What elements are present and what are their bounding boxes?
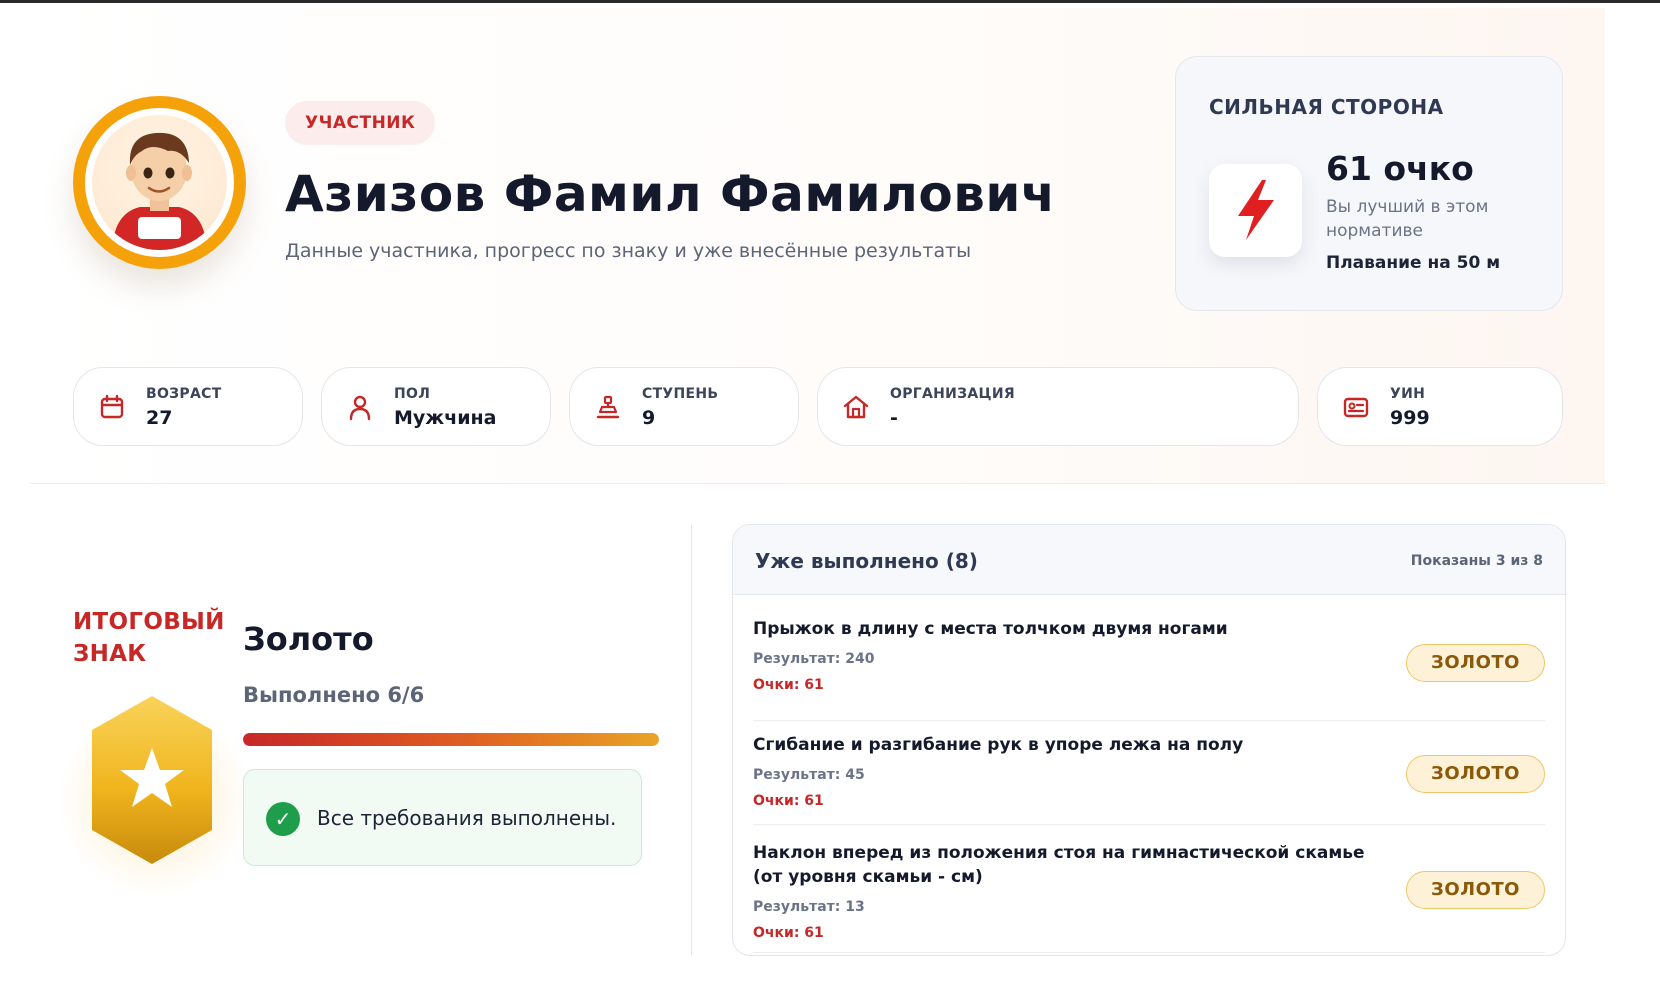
info-stage-value: 9 xyxy=(642,407,656,429)
requirements-status: ✓ Все требования выполнены. xyxy=(243,769,642,866)
info-age: ВОЗРАСТ 27 xyxy=(73,367,303,446)
award-name: Золото xyxy=(243,620,374,658)
avatar-person-icon xyxy=(112,132,207,250)
list-item: Прыжок в длину с места толчком двумя ног… xyxy=(753,617,1545,721)
completed-title: Уже выполнено (8) xyxy=(755,549,978,573)
award-progress-text: Выполнено 6/6 xyxy=(243,683,425,707)
check-icon: ✓ xyxy=(266,802,300,836)
completed-shown-count: Показаны 3 из 8 xyxy=(1410,553,1543,569)
lightning-icon xyxy=(1238,180,1274,240)
page-title: Азизов Фамил Фамилович xyxy=(285,165,1056,223)
info-organization-value: - xyxy=(890,407,898,429)
id-card-icon xyxy=(1343,397,1369,418)
info-gender-label: ПОЛ xyxy=(394,386,431,402)
strength-event: Плавание на 50 м xyxy=(1326,253,1501,273)
column-divider xyxy=(691,525,692,955)
role-badge: УЧАСТНИК xyxy=(285,101,436,145)
list-item-name: Прыжок в длину с места толчком двумя ног… xyxy=(753,619,1228,639)
requirements-text: Все требования выполнены. xyxy=(317,806,617,830)
info-uin-label: УИН xyxy=(1390,386,1426,402)
list-item-badge: ЗОЛОТО xyxy=(1406,644,1545,682)
info-age-value: 27 xyxy=(146,407,173,429)
calendar-icon xyxy=(100,394,124,419)
info-uin-value: 999 xyxy=(1390,407,1430,429)
list-item: Сгибание и разгибание рук в упоре лежа н… xyxy=(753,721,1545,825)
info-uin: УИН 999 xyxy=(1317,367,1563,446)
info-organization-label: ОРГАНИЗАЦИЯ xyxy=(890,386,1015,402)
info-gender-value: Мужчина xyxy=(394,407,497,429)
info-stage: СТУПЕНЬ 9 xyxy=(569,367,799,446)
strength-description: Вы лучший в этом нормативе xyxy=(1326,197,1489,241)
completed-header: Уже выполнено (8) Показаны 3 из 8 xyxy=(733,525,1565,595)
award-progress-fill xyxy=(243,733,659,746)
gold-medal-icon xyxy=(92,696,212,864)
list-item-result: Результат: 240 xyxy=(753,651,875,667)
completed-card: Уже выполнено (8) Показаны 3 из 8 Прыжок… xyxy=(732,524,1566,956)
info-gender: ПОЛ Мужчина xyxy=(321,367,551,446)
list-item-result: Результат: 13 xyxy=(753,899,865,915)
list-item-name: Наклон вперед из положения стоя на гимна… xyxy=(753,843,1365,887)
info-stage-label: СТУПЕНЬ xyxy=(642,386,719,402)
avatar xyxy=(73,96,246,269)
strength-card: СИЛЬНАЯ СТОРОНА 61 очко Вы лучший в этом… xyxy=(1175,56,1563,311)
info-age-label: ВОЗРАСТ xyxy=(146,386,222,402)
award-progress-bar xyxy=(243,733,659,746)
list-item-name: Сгибание и разгибание рук в упоре лежа н… xyxy=(753,735,1244,755)
list-item: Наклон вперед из положения стоя на гимна… xyxy=(753,825,1545,953)
final-award-label: ИТОГОВЫЙ ЗНАК xyxy=(73,609,225,667)
list-item-points: Очки: 61 xyxy=(753,677,824,693)
strength-title: СИЛЬНАЯ СТОРОНА xyxy=(1209,95,1444,119)
strength-points: 61 очко xyxy=(1326,149,1474,188)
list-item-result: Результат: 45 xyxy=(753,767,865,783)
podium-icon xyxy=(596,395,620,419)
person-icon xyxy=(349,395,371,421)
home-icon xyxy=(843,395,869,419)
list-item-points: Очки: 61 xyxy=(753,793,824,809)
avatar-illustration xyxy=(92,115,227,250)
section-divider xyxy=(30,483,1605,484)
list-item-badge: ЗОЛОТО xyxy=(1406,871,1545,909)
list-item-badge: ЗОЛОТО xyxy=(1406,755,1545,793)
list-item-points: Очки: 61 xyxy=(753,925,824,941)
info-organization: ОРГАНИЗАЦИЯ - xyxy=(817,367,1299,446)
page-subtitle: Данные участника, прогресс по знаку и уж… xyxy=(285,240,972,262)
window-top-border xyxy=(0,0,1660,3)
strength-icon-box xyxy=(1209,164,1302,257)
